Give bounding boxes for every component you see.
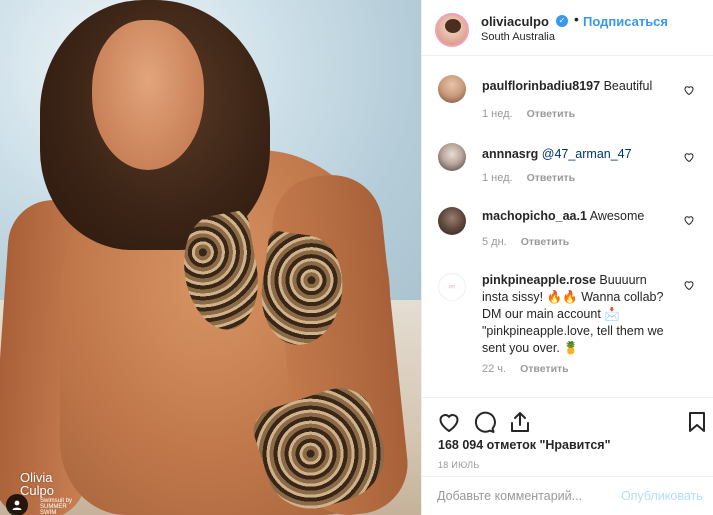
- user-tag-icon[interactable]: [6, 494, 28, 515]
- comments-list[interactable]: paulflorinbadiu8197 Beautiful 1 нед. Отве…: [422, 57, 713, 397]
- comment-meta: 22 ч. Ответить: [482, 363, 569, 375]
- heart-icon[interactable]: [683, 84, 695, 96]
- commenter-avatar[interactable]: ᵖᵖ: [438, 273, 466, 301]
- comment-text: pinkpineapple.rose Buuuurn insta sissy! …: [482, 272, 672, 357]
- comment-mention[interactable]: @47_arman_47: [542, 147, 632, 161]
- heart-icon[interactable]: [683, 151, 695, 163]
- comment-icon[interactable]: [472, 410, 496, 434]
- comment-username[interactable]: machopicho_aa.1: [482, 209, 587, 223]
- comment-text: paulflorinbadiu8197 Beautiful: [482, 78, 672, 95]
- commenter-avatar[interactable]: [438, 207, 466, 235]
- comment-meta: 1 нед. Ответить: [482, 172, 575, 184]
- photo-overlay-name: Olivia Culpo: [20, 470, 54, 498]
- reply-button[interactable]: Ответить: [527, 172, 576, 184]
- comment-time[interactable]: 22 ч.: [482, 363, 506, 375]
- photo-overlay-credit: Swimsuit by SUMMER SWIM: [40, 498, 73, 515]
- like-count[interactable]: 168 094 отметок "Нравится": [438, 438, 611, 452]
- post-date[interactable]: 18 ИЮЛЬ: [438, 460, 480, 470]
- heart-icon[interactable]: [683, 279, 695, 291]
- heart-icon[interactable]: [683, 214, 695, 226]
- commenter-avatar[interactable]: [438, 75, 466, 103]
- author-avatar[interactable]: [435, 13, 469, 47]
- reply-button[interactable]: Ответить: [520, 363, 569, 375]
- bookmark-icon[interactable]: [685, 410, 709, 434]
- verified-icon: ✓: [556, 15, 568, 27]
- comment-text: machopicho_aa.1 Awesome: [482, 208, 672, 225]
- comment-body: Awesome: [589, 209, 645, 223]
- comment-username[interactable]: pinkpineapple.rose: [482, 273, 596, 287]
- comment-username[interactable]: annnasrg: [482, 147, 538, 161]
- comment-time[interactable]: 1 нед.: [482, 172, 513, 184]
- comment-input[interactable]: [437, 486, 617, 506]
- commenter-avatar[interactable]: [438, 143, 466, 171]
- comment-body: Beautiful: [603, 79, 653, 93]
- add-comment-bar: Опубликовать: [422, 476, 713, 515]
- reply-button[interactable]: Ответить: [527, 108, 576, 120]
- post-comment-button[interactable]: Опубликовать: [621, 489, 703, 503]
- share-icon[interactable]: [508, 410, 532, 434]
- comment-time[interactable]: 1 нед.: [482, 108, 513, 120]
- photo-figure-face: [92, 20, 204, 170]
- post-header: oliviaculpo ✓ • Подписаться South Austra…: [422, 0, 713, 56]
- post-location[interactable]: South Australia: [481, 31, 555, 43]
- author-username[interactable]: oliviaculpo: [481, 14, 549, 29]
- header-separator: •: [574, 11, 579, 27]
- follow-button[interactable]: Подписаться: [583, 14, 668, 29]
- post-photo[interactable]: Olivia Culpo Swimsuit by SUMMER SWIM: [0, 0, 421, 515]
- reply-button[interactable]: Ответить: [521, 236, 570, 248]
- comment-meta: 1 нед. Ответить: [482, 108, 575, 120]
- post-sidebar: oliviaculpo ✓ • Подписаться South Austra…: [421, 0, 713, 515]
- pinkpineapple-logo-icon: ᵖᵖ: [448, 282, 456, 292]
- comment-username[interactable]: paulflorinbadiu8197: [482, 79, 600, 93]
- heart-icon[interactable]: [437, 410, 461, 434]
- comment-time[interactable]: 5 дн.: [482, 236, 507, 248]
- comment-meta: 5 дн. Ответить: [482, 236, 569, 248]
- comment-text: annnasrg @47_arman_47: [482, 146, 672, 163]
